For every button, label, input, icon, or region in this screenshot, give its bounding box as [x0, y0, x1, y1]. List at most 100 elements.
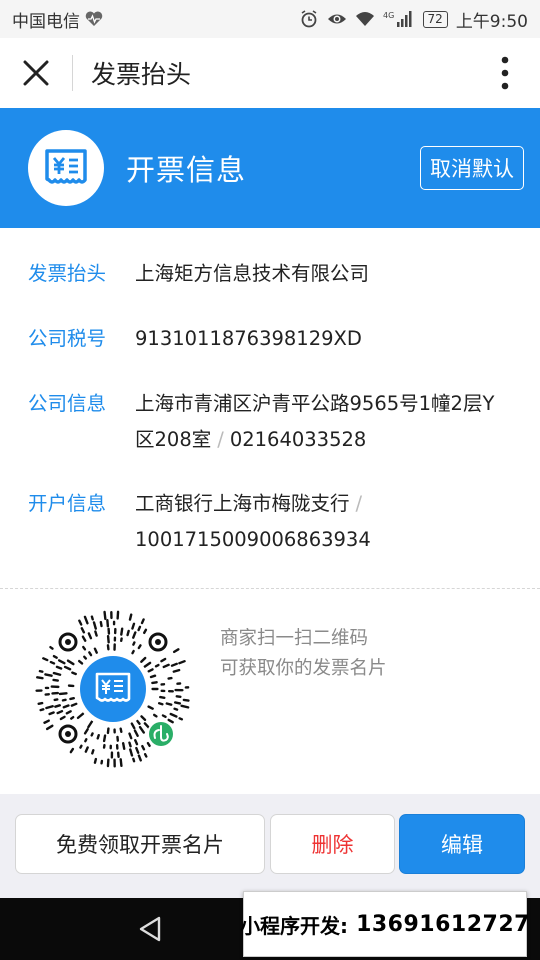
qr-dot	[93, 647, 98, 654]
bank-info-row: 开户信息 工商银行上海市梅陇支行/ 1001715009006863934	[0, 486, 540, 558]
qr-dot	[178, 717, 184, 721]
qr-dot	[62, 704, 70, 709]
qr-dot	[45, 724, 54, 731]
dashed-divider	[0, 588, 540, 589]
qr-dot	[152, 713, 158, 718]
invoice-title-label: 发票抬头	[28, 262, 107, 285]
page-title: 发票抬头	[91, 60, 192, 89]
qr-dot	[172, 668, 181, 673]
qr-dot	[84, 738, 88, 743]
qr-dot	[149, 674, 157, 679]
qr-dot	[132, 757, 136, 763]
qr-dot	[121, 742, 126, 750]
receipt-yen-icon	[45, 149, 87, 184]
company-phone: 02164033528	[229, 428, 367, 451]
get-free-invoice-card-button[interactable]: 免费领取开票名片	[15, 814, 265, 874]
qr-dot	[130, 722, 136, 730]
bank-name: 工商银行上海市梅陇支行	[135, 492, 350, 515]
qr-hint-line-1: 商家扫一扫二维码	[220, 628, 369, 649]
qr-dot	[49, 660, 56, 665]
qr-dot	[52, 671, 62, 676]
qr-dot	[44, 673, 53, 677]
carrier-label: 中国电信	[12, 11, 80, 32]
tax-id-value: 9131011876398129XD	[135, 327, 362, 350]
eye-icon	[327, 14, 346, 24]
qr-dot	[55, 665, 63, 670]
qr-dot	[140, 656, 147, 663]
qr-dot	[36, 676, 44, 680]
qr-dot	[81, 635, 87, 642]
qr-dot	[134, 739, 139, 746]
battery-indicator: 72	[422, 10, 448, 28]
qr-dot	[106, 727, 110, 735]
qr-dot	[91, 749, 95, 755]
qr-finder-top-right	[148, 632, 168, 652]
qr-dot	[157, 702, 164, 706]
back-triangle-icon[interactable]	[138, 915, 162, 943]
tax-id-label: 公司税号	[28, 327, 107, 350]
qr-dot	[106, 634, 110, 644]
status-bar: 中国电信 4G 72 上午9:50	[0, 0, 540, 38]
cancel-default-button[interactable]: 取消默认	[420, 146, 524, 190]
qr-dot	[131, 622, 136, 630]
qr-dot	[173, 701, 182, 705]
qr-dot	[126, 629, 130, 637]
qr-dot	[141, 744, 146, 751]
watermark-label: 小程序开发:	[240, 913, 349, 938]
qr-dot	[70, 702, 78, 707]
qr-dot	[137, 644, 142, 650]
qr-dot	[87, 632, 93, 640]
qr-dot	[137, 754, 142, 762]
qr-dot	[39, 708, 45, 712]
qr-dot	[102, 734, 107, 743]
qr-dot	[69, 696, 75, 701]
qr-dot	[94, 630, 98, 637]
qr-dot	[70, 715, 75, 720]
qr-dot	[79, 744, 83, 749]
qr-dot	[128, 741, 132, 748]
health-heart-icon	[85, 11, 103, 26]
qr-dot	[170, 662, 178, 667]
svg-text:4G: 4G	[383, 11, 394, 20]
qr-dot	[142, 628, 148, 635]
qr-dot	[172, 648, 180, 654]
qr-dot	[165, 702, 173, 706]
qr-dot	[54, 704, 61, 708]
qr-dot	[161, 714, 167, 719]
close-button[interactable]	[0, 38, 72, 108]
qr-dot	[178, 659, 186, 665]
qr-dot	[38, 669, 44, 673]
qr-dot	[69, 747, 75, 754]
edit-button[interactable]: 编辑	[399, 814, 525, 874]
qr-dot	[140, 618, 145, 625]
qr-dot	[52, 654, 58, 659]
qr-dot	[151, 681, 158, 685]
invoice-title-row: 发票抬头 上海矩方信息技术有限公司	[0, 256, 540, 292]
qr-dot	[56, 709, 64, 715]
qr-dot	[78, 619, 83, 626]
qr-dot	[83, 655, 88, 660]
qr-dot	[83, 728, 89, 735]
bottom-action-bar: 免费领取开票名片 删除 编辑	[0, 794, 540, 898]
navigation-bar: 发票抬头	[0, 38, 540, 108]
qr-dot	[119, 758, 123, 768]
qr-dot	[48, 711, 55, 716]
qr-dot	[143, 661, 152, 668]
qr-dot	[57, 659, 66, 665]
delete-button[interactable]: 删除	[270, 814, 395, 874]
qr-dot	[96, 733, 100, 740]
qr-dot	[167, 718, 174, 724]
qr-dot	[128, 732, 133, 740]
qr-dot	[77, 659, 84, 665]
bank-account: 1001715009006863934	[135, 528, 371, 551]
separator: /	[217, 428, 224, 451]
more-menu-button[interactable]	[470, 38, 540, 108]
qr-finder-top-left	[58, 632, 78, 652]
company-info-row: 公司信息 上海市青浦区沪青平公路9565号1幢2层Y 区208室/0216403…	[0, 386, 540, 458]
bank-info-label: 开户信息	[28, 492, 107, 515]
qr-dot	[143, 753, 148, 758]
qr-dot	[84, 746, 89, 753]
qr-dot	[90, 732, 94, 737]
qr-dot	[132, 641, 136, 646]
qr-dot	[146, 741, 151, 748]
